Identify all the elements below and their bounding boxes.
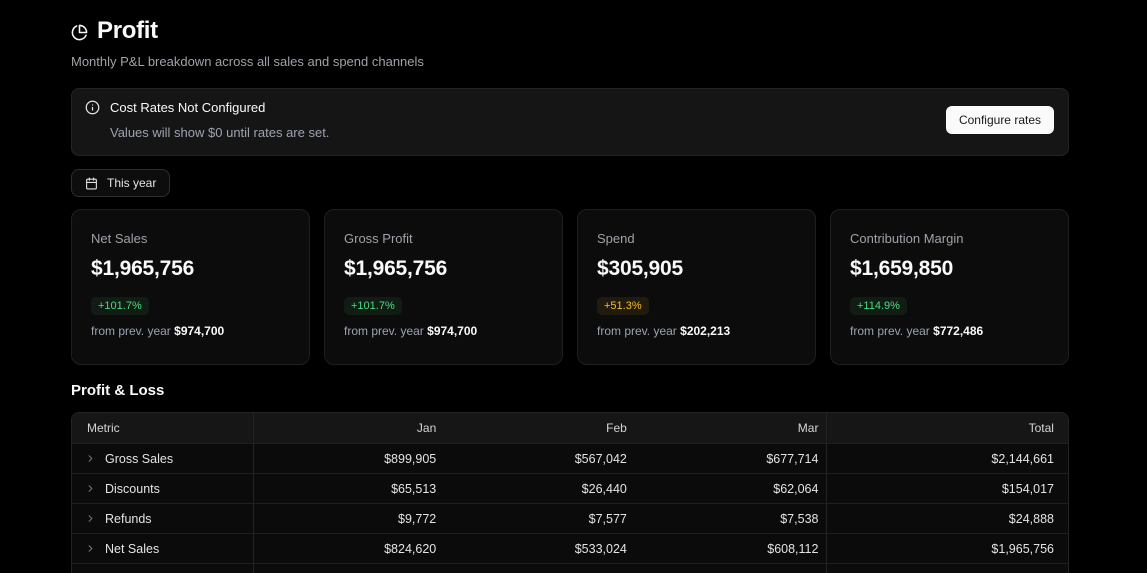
- change-badge: +114.9%: [850, 297, 907, 315]
- card-label: Net Sales: [91, 231, 148, 246]
- card-prev: from prev. year $974,700: [91, 324, 225, 338]
- card-gross-profit: Gross Profit $1,965,756 +101.7% from pre…: [324, 209, 563, 365]
- total-value: $1,965,756: [826, 534, 1068, 563]
- pl-table: Metric Jan Feb Mar Total Gross Sales $89…: [71, 412, 1069, 573]
- feb-value: $567,042: [574, 451, 627, 466]
- card-prev: from prev. year $202,213: [597, 324, 731, 338]
- card-value: $1,965,756: [344, 257, 448, 280]
- metric-cell: Gross Sales: [72, 444, 253, 473]
- card-value: $1,965,756: [91, 257, 195, 280]
- total-value: $2,144,661: [826, 444, 1068, 473]
- chevron-right-icon[interactable]: [85, 453, 96, 464]
- col-header-total: Total: [826, 413, 1068, 443]
- info-icon: [85, 100, 100, 115]
- feb-value: $0: [444, 564, 635, 573]
- table-row[interactable]: Net Sales $824,620 $533,024 $608,112 $1,…: [72, 533, 1068, 563]
- metric-cell: COGS: [72, 564, 253, 573]
- card-value: $1,659,850: [850, 257, 954, 280]
- page-subtitle: Monthly P&L breakdown across all sales a…: [71, 54, 424, 69]
- cost-rates-banner: Cost Rates Not Configured Values will sh…: [71, 88, 1069, 156]
- page-header: Profit: [71, 17, 1069, 45]
- total-value: $0: [826, 564, 1068, 573]
- metric-label: Net Sales: [105, 541, 160, 556]
- feb-value: $26,440: [581, 481, 627, 496]
- table-row[interactable]: Gross Sales $899,905 $567,042 $677,714 $…: [72, 443, 1068, 473]
- table-header-row: Metric Jan Feb Mar Total: [72, 413, 1068, 443]
- metric-cell: Net Sales: [72, 534, 253, 563]
- date-range-label: This year: [107, 176, 157, 190]
- jan-value: $9,772: [252, 504, 445, 533]
- jan-value: $899,905: [252, 444, 445, 473]
- card-net-sales: Net Sales $1,965,756 +101.7% from prev. …: [71, 209, 310, 365]
- pie-chart-icon: [71, 24, 88, 40]
- metric-cell: Discounts: [72, 474, 253, 503]
- card-prev: from prev. year $974,700: [344, 324, 478, 338]
- card-label: Contribution Margin: [850, 231, 964, 246]
- card-label: Spend: [597, 231, 635, 246]
- jan-value: $824,620: [252, 534, 445, 563]
- metric-cell: Refunds: [72, 504, 253, 533]
- total-value: $24,888: [826, 504, 1068, 533]
- banner-message: Values will show $0 until rates are set.: [110, 125, 330, 140]
- jan-value: $65,513: [252, 474, 445, 503]
- table-row[interactable]: Refunds $9,772 $7,577 $7,538 $24,888: [72, 503, 1068, 533]
- chevron-right-icon[interactable]: [85, 543, 96, 554]
- feb-value: $533,024: [574, 541, 627, 556]
- configure-rates-button[interactable]: Configure rates: [945, 106, 1054, 134]
- banner-text: Cost Rates Not Configured Values will sh…: [85, 100, 329, 140]
- card-contribution-margin: Contribution Margin $1,659,850 +114.9% f…: [830, 209, 1069, 365]
- mar-value: $7,538: [780, 511, 819, 526]
- card-spend: Spend $305,905 +51.3% from prev. year $2…: [577, 209, 816, 365]
- metric-cards: Net Sales $1,965,756 +101.7% from prev. …: [71, 209, 1069, 365]
- date-range-button[interactable]: This year: [71, 169, 171, 197]
- banner-title: Cost Rates Not Configured: [110, 100, 266, 115]
- change-badge: +101.7%: [344, 297, 402, 315]
- feb-value: $7,577: [588, 511, 627, 526]
- card-prev: from prev. year $772,486: [850, 324, 984, 338]
- col-header-metric: Metric: [87, 421, 120, 435]
- table-row[interactable]: COGS $0 $0 $0 $0: [72, 563, 1068, 573]
- pl-section-title: Profit & Loss: [71, 382, 165, 399]
- chevron-right-icon[interactable]: [85, 513, 96, 524]
- col-header-mar: Mar: [797, 421, 819, 435]
- change-badge: +51.3%: [597, 297, 649, 315]
- profit-page: Profit Monthly P&L breakdown across all …: [71, 0, 1069, 573]
- mar-value: $677,714: [766, 451, 819, 466]
- chevron-right-icon[interactable]: [85, 483, 96, 494]
- col-header-feb: Feb: [606, 421, 627, 435]
- metric-label: Gross Sales: [105, 451, 174, 466]
- metric-label: Refunds: [105, 511, 152, 526]
- table-row[interactable]: Discounts $65,513 $26,440 $62,064 $154,0…: [72, 473, 1068, 503]
- metric-label: Discounts: [105, 481, 160, 496]
- jan-value: $0: [252, 564, 445, 573]
- col-header-jan: Jan: [252, 413, 445, 443]
- mar-value: $62,064: [773, 481, 819, 496]
- change-badge: +101.7%: [91, 297, 149, 315]
- table-body: Gross Sales $899,905 $567,042 $677,714 $…: [72, 443, 1068, 573]
- card-value: $305,905: [597, 257, 683, 280]
- total-value: $154,017: [826, 474, 1068, 503]
- page-title: Profit: [97, 17, 158, 44]
- mar-value: $0: [635, 564, 827, 573]
- mar-value: $608,112: [767, 541, 819, 556]
- card-label: Gross Profit: [344, 231, 413, 246]
- calendar-icon: [86, 177, 97, 189]
